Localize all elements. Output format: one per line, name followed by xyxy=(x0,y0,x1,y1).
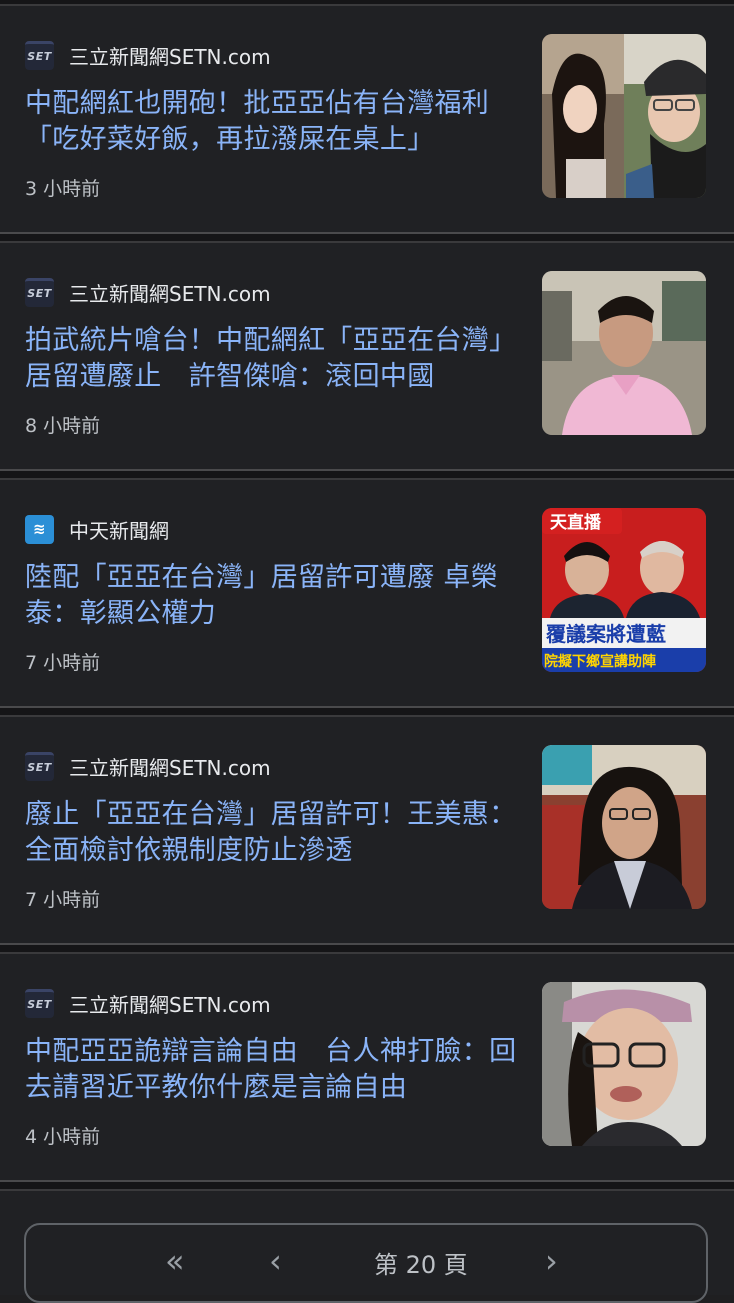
news-thumbnail[interactable] xyxy=(542,34,706,198)
news-card[interactable]: SET 三立新聞網SETN.com 中配亞亞詭辯言論自由 台人神打臉：回去請習近… xyxy=(0,954,734,1180)
divider xyxy=(0,706,734,717)
news-thumbnail[interactable] xyxy=(542,982,706,1146)
divider xyxy=(0,943,734,954)
first-page-button[interactable]: « xyxy=(165,1243,185,1279)
ctinews-logo-icon: ≋ xyxy=(25,514,54,544)
thumbnail-image xyxy=(542,982,706,1146)
source-name: 三立新聞網SETN.com xyxy=(69,44,271,69)
news-source: SET 三立新聞網SETN.com xyxy=(25,40,271,70)
thumbnail-image xyxy=(542,271,706,435)
news-headline-link[interactable]: 中配網紅也開砲！批亞亞佔有台灣福利「吃好菜好飯，再拉潑屎在桌上」 xyxy=(25,86,520,158)
news-thumbnail[interactable] xyxy=(542,745,706,909)
news-source: SET 三立新聞網SETN.com xyxy=(25,277,271,307)
news-headline-link[interactable]: 拍武統片嗆台！中配網紅「亞亞在台灣」居留遭廢止 許智傑嗆：滾回中國 xyxy=(25,323,520,395)
setn-logo-icon: SET xyxy=(25,40,54,70)
divider xyxy=(0,1180,734,1191)
news-headline-link[interactable]: 廢止「亞亞在台灣」居留許可！王美惠：全面檢討依親制度防止滲透 xyxy=(25,797,520,869)
news-timestamp: 4 小時前 xyxy=(25,1126,101,1148)
thumbnail-image xyxy=(542,34,706,198)
page-number-label: 第 20 頁 xyxy=(374,1251,468,1279)
divider xyxy=(0,469,734,480)
news-feed: SET 三立新聞網SETN.com 中配網紅也開砲！批亞亞佔有台灣福利「吃好菜好… xyxy=(0,0,734,1303)
source-name: 中天新聞網 xyxy=(69,518,169,543)
source-name: 三立新聞網SETN.com xyxy=(69,992,271,1017)
news-thumbnail[interactable] xyxy=(542,271,706,435)
news-headline-link[interactable]: 中配亞亞詭辯言論自由 台人神打臉：回去請習近平教你什麼是言論自由 xyxy=(25,1034,520,1106)
setn-logo-icon: SET xyxy=(25,277,54,307)
news-timestamp: 3 小時前 xyxy=(25,178,101,200)
source-name: 三立新聞網SETN.com xyxy=(69,281,271,306)
news-card[interactable]: SET 三立新聞網SETN.com 廢止「亞亞在台灣」居留許可！王美惠：全面檢討… xyxy=(0,717,734,943)
thumb-live-label: 天直播 xyxy=(550,512,602,533)
divider xyxy=(0,232,734,243)
source-name: 三立新聞網SETN.com xyxy=(69,755,271,780)
news-timestamp: 8 小時前 xyxy=(25,415,101,437)
news-source: SET 三立新聞網SETN.com xyxy=(25,751,271,781)
news-source: SET 三立新聞網SETN.com xyxy=(25,988,271,1018)
news-headline-link[interactable]: 陸配「亞亞在台灣」居留許可遭廢 卓榮泰：彰顯公權力 xyxy=(25,560,520,632)
pagination-bar: « ‹ 第 20 頁 › xyxy=(24,1223,708,1303)
news-thumbnail[interactable]: 天直播 覆議案將遭藍 院擬下鄉宣講助陣 xyxy=(542,508,706,672)
setn-logo-icon: SET xyxy=(25,988,54,1018)
news-timestamp: 7 小時前 xyxy=(25,889,101,911)
news-timestamp: 7 小時前 xyxy=(25,652,101,674)
pagination-area: « ‹ 第 20 頁 › xyxy=(0,1191,734,1303)
news-source: ≋ 中天新聞網 xyxy=(25,514,169,544)
thumb-headline-text: 覆議案將遭藍 xyxy=(545,622,666,646)
next-page-button[interactable]: › xyxy=(545,1243,558,1279)
thumb-subtitle-text: 院擬下鄉宣講助陣 xyxy=(544,653,656,670)
thumbnail-image xyxy=(542,745,706,909)
news-card[interactable]: SET 三立新聞網SETN.com 拍武統片嗆台！中配網紅「亞亞在台灣」居留遭廢… xyxy=(0,243,734,469)
thumbnail-image: 天直播 覆議案將遭藍 院擬下鄉宣講助陣 xyxy=(542,508,706,672)
news-card[interactable]: ≋ 中天新聞網 陸配「亞亞在台灣」居留許可遭廢 卓榮泰：彰顯公權力 7 小時前 … xyxy=(0,480,734,706)
setn-logo-icon: SET xyxy=(25,751,54,781)
previous-page-button[interactable]: ‹ xyxy=(269,1243,282,1279)
news-card[interactable]: SET 三立新聞網SETN.com 中配網紅也開砲！批亞亞佔有台灣福利「吃好菜好… xyxy=(0,6,734,232)
